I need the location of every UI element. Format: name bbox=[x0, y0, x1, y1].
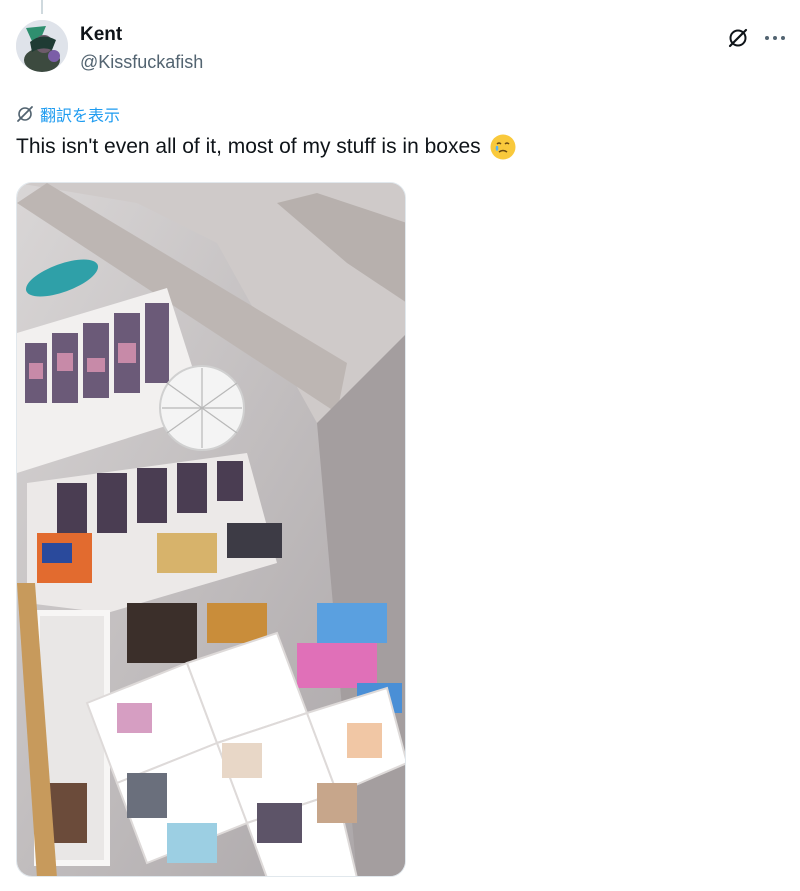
avatar[interactable] bbox=[16, 20, 68, 72]
author-handle[interactable]: @Kissfuckafish bbox=[80, 52, 203, 73]
author-display-name[interactable]: Kent bbox=[80, 24, 122, 46]
tweet-photo[interactable] bbox=[16, 182, 406, 877]
tweet-body: This isn't even all of it, most of my st… bbox=[16, 135, 481, 158]
more-dots-icon bbox=[765, 36, 785, 40]
translate-icon bbox=[17, 106, 33, 122]
translate-link[interactable]: 翻訳を表示 bbox=[16, 102, 120, 126]
more-options-button[interactable] bbox=[758, 24, 792, 52]
face-holding-back-tears-emoji-icon bbox=[490, 134, 516, 160]
tweet-text: This isn't even all of it, most of my st… bbox=[16, 133, 517, 161]
translate-label: 翻訳を表示 bbox=[40, 108, 121, 125]
grok-button[interactable] bbox=[724, 24, 752, 52]
thread-connector bbox=[41, 0, 43, 14]
grok-icon bbox=[728, 28, 748, 48]
